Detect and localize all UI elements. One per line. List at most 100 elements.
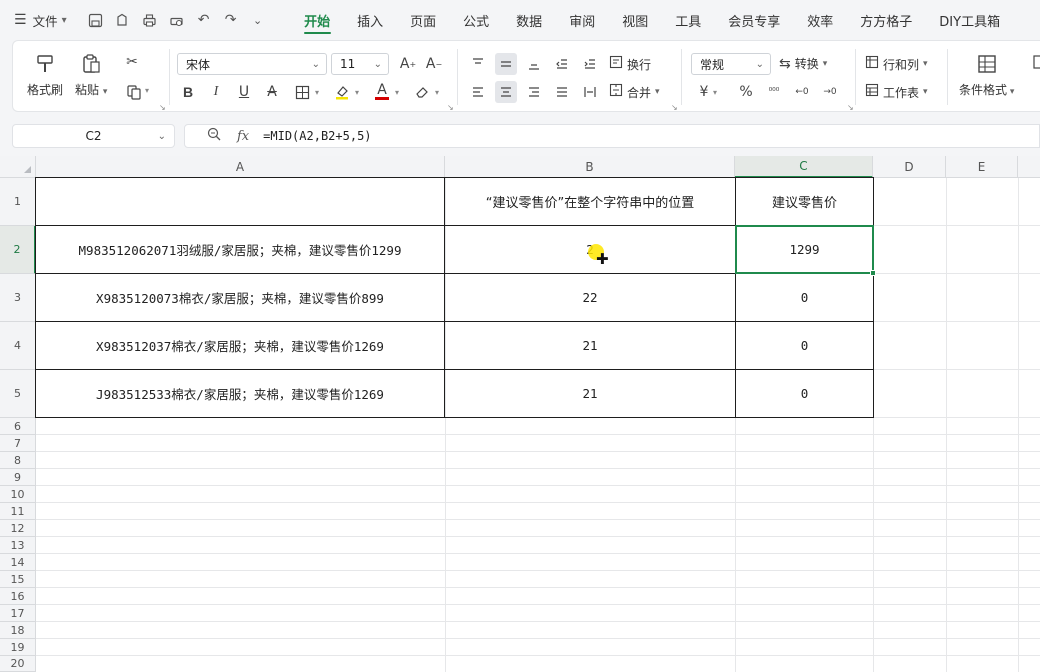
tab-diy-toolbox[interactable]: DIY工具箱 (926, 0, 1014, 40)
row-header-10[interactable]: 10 (0, 486, 36, 503)
group-launcher-icon[interactable]: ↘ (159, 103, 166, 112)
column-header-b[interactable]: B (445, 156, 735, 178)
redo-icon[interactable]: ↷ (222, 11, 240, 29)
tab-view[interactable]: 视图 (609, 0, 662, 40)
increase-decimal-icon[interactable]: ←0 (791, 81, 813, 103)
decrease-indent-icon[interactable] (551, 53, 573, 75)
decrease-font-icon[interactable]: A − (423, 53, 445, 75)
cell-style-icon[interactable] (1029, 51, 1040, 73)
chevron-down-icon[interactable]: ▾ (145, 86, 149, 95)
cell-a5[interactable]: J983512533棉衣/家居服；夹棉，建议零售价1269 (36, 370, 444, 417)
export-icon[interactable] (114, 11, 132, 29)
column-header-a[interactable]: A (36, 156, 445, 178)
tab-page[interactable]: 页面 (397, 0, 450, 40)
print-preview-icon[interactable] (168, 11, 186, 29)
wrap-text-button[interactable]: 换行 (609, 55, 651, 73)
align-top-icon[interactable] (467, 53, 489, 75)
cell-c1[interactable]: 建议零售价 (736, 178, 873, 225)
align-left-icon[interactable] (467, 81, 489, 103)
decrease-decimal-icon[interactable]: →0 (819, 81, 841, 103)
row-header-9[interactable]: 9 (0, 469, 36, 486)
row-header-20[interactable]: 20 (0, 656, 36, 672)
select-all-corner[interactable] (0, 156, 36, 178)
cell-b3[interactable]: 22 (445, 274, 735, 321)
chevron-down-icon[interactable]: ▾ (315, 88, 319, 97)
cell-a4[interactable]: X983512037棉衣/家居服；夹棉，建议零售价1269 (36, 322, 444, 369)
row-header-13[interactable]: 13 (0, 537, 36, 554)
file-menu[interactable]: ☰ 文件 ▾ (14, 11, 67, 30)
undo-icon[interactable]: ↶ (195, 11, 213, 29)
copy-icon[interactable] (123, 81, 145, 103)
row-header-7[interactable]: 7 (0, 435, 36, 452)
cell-a3[interactable]: X9835120073棉衣/家居服；夹棉，建议零售价899 (36, 274, 444, 321)
cell-c5[interactable]: 0 (736, 370, 873, 417)
name-box[interactable]: C2 ⌄ (12, 124, 175, 148)
column-header-c[interactable]: C (735, 156, 873, 178)
distributed-icon[interactable] (579, 81, 601, 103)
chevron-down-icon[interactable]: ⌄ (249, 11, 267, 29)
row-header-1[interactable]: 1 (0, 178, 36, 226)
row-header-14[interactable]: 14 (0, 554, 36, 571)
row-header-18[interactable]: 18 (0, 622, 36, 639)
fill-handle[interactable] (870, 270, 876, 276)
tab-member[interactable]: 会员专享 (715, 0, 794, 40)
chevron-down-icon[interactable]: ▾ (435, 88, 439, 97)
row-header-8[interactable]: 8 (0, 452, 36, 469)
save-icon[interactable] (87, 11, 105, 29)
bold-button[interactable]: B (177, 81, 199, 103)
merge-button[interactable]: 合并 ▾ (609, 83, 660, 101)
zoom-icon[interactable] (207, 127, 221, 145)
cut-icon[interactable]: ✂ (121, 51, 143, 73)
tab-data[interactable]: 数据 (503, 0, 556, 40)
chevron-down-icon[interactable]: ▾ (713, 88, 717, 97)
cell-b1[interactable]: “建议零售价”在整个字符串中的位置 (445, 178, 735, 225)
row-header-16[interactable]: 16 (0, 588, 36, 605)
thousands-icon[interactable]: ⁰⁰⁰ (763, 81, 785, 103)
cell-c3[interactable]: 0 (736, 274, 873, 321)
row-header-5[interactable]: 5 (0, 370, 36, 418)
print-icon[interactable] (141, 11, 159, 29)
row-header-11[interactable]: 11 (0, 503, 36, 520)
worksheet-button[interactable]: 工作表 ▾ (865, 83, 928, 101)
strikethrough-button[interactable]: A (261, 81, 283, 103)
align-bottom-icon[interactable] (523, 53, 545, 75)
tab-tools[interactable]: 工具 (662, 0, 715, 40)
tab-insert[interactable]: 插入 (344, 0, 397, 40)
convert-button[interactable]: ⇆ 转换 ▾ (779, 55, 827, 72)
tab-review[interactable]: 审阅 (556, 0, 609, 40)
paste-button[interactable]: 粘贴 ▾ (75, 51, 107, 98)
row-header-6[interactable]: 6 (0, 418, 36, 435)
row-header-19[interactable]: 19 (0, 639, 36, 656)
font-size-select[interactable]: 11 ⌄ (331, 53, 389, 75)
format-painter-button[interactable]: 格式刷 (27, 51, 63, 98)
column-header-e[interactable]: E (946, 156, 1018, 178)
group-launcher-icon[interactable]: ↘ (671, 103, 678, 112)
cell-a2[interactable]: M983512062071羽绒服/家居服；夹棉，建议零售价1299 (36, 226, 444, 273)
cell-b5[interactable]: 21 (445, 370, 735, 417)
font-color-button[interactable]: A (371, 81, 393, 103)
row-header-4[interactable]: 4 (0, 322, 36, 370)
italic-button[interactable]: I (205, 81, 227, 103)
tab-efficiency[interactable]: 效率 (794, 0, 847, 40)
formula-input-area[interactable]: fx =MID(A2,B2+5,5) (184, 124, 1040, 148)
column-header-d[interactable]: D (873, 156, 946, 178)
eraser-icon[interactable] (411, 81, 433, 103)
group-launcher-icon[interactable]: ↘ (847, 103, 854, 112)
fill-color-icon[interactable] (331, 81, 353, 103)
align-center-icon[interactable] (495, 81, 517, 103)
conditional-format-button[interactable]: 条件格式 ▾ (959, 51, 1014, 98)
number-format-select[interactable]: 常规 ⌄ (691, 53, 771, 75)
column-header-f[interactable] (1018, 156, 1040, 178)
tab-home[interactable]: 开始 (291, 0, 344, 40)
cell-b4[interactable]: 21 (445, 322, 735, 369)
rows-cols-button[interactable]: 行和列 ▾ (865, 55, 928, 73)
align-right-icon[interactable] (523, 81, 545, 103)
underline-button[interactable]: U (233, 81, 255, 103)
chevron-down-icon[interactable]: ▾ (395, 88, 399, 97)
row-header-3[interactable]: 3 (0, 274, 36, 322)
fx-icon[interactable]: fx (237, 129, 249, 144)
font-name-select[interactable]: 宋体 ⌄ (177, 53, 327, 75)
percent-button[interactable]: % (735, 81, 757, 103)
group-launcher-icon[interactable]: ↘ (447, 103, 454, 112)
row-header-15[interactable]: 15 (0, 571, 36, 588)
